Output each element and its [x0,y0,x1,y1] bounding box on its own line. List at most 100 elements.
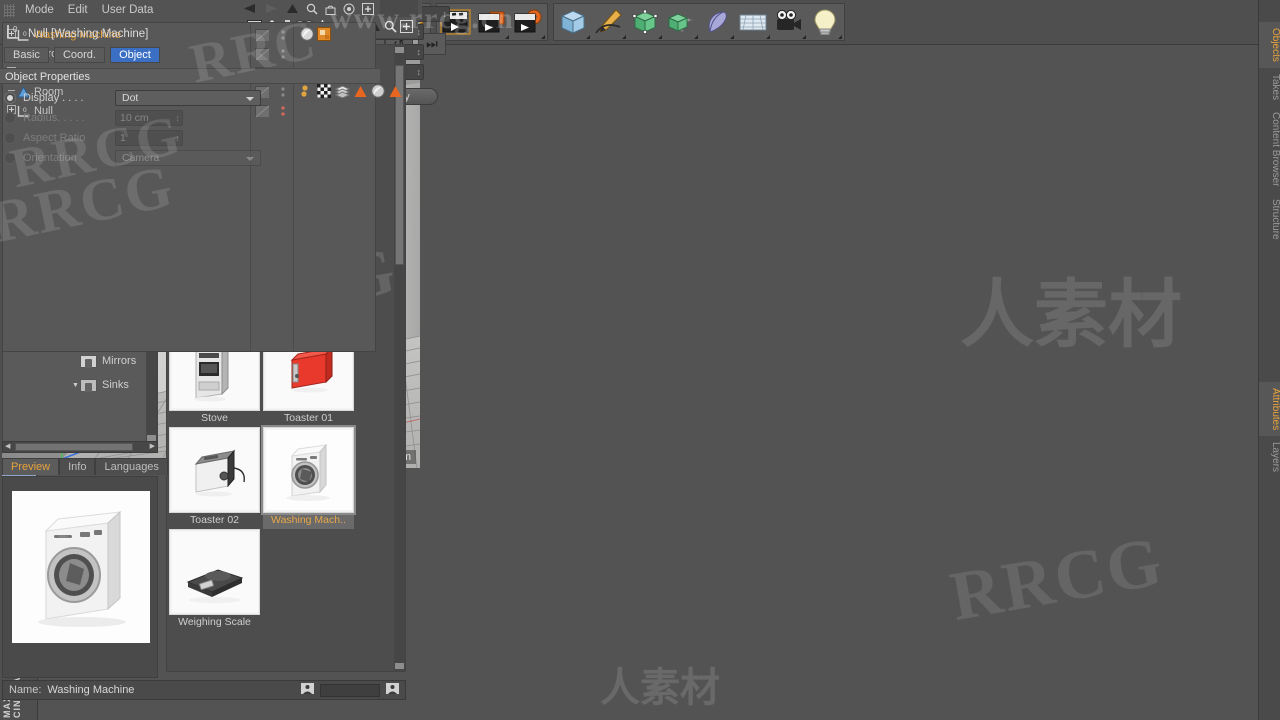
visibility-toggle[interactable] [255,29,270,42]
attributes-menu-edit[interactable]: Edit [61,0,95,20]
content-item-label: Stove [201,412,228,424]
scrollbar-thumb[interactable] [15,443,133,451]
search-icon[interactable] [384,20,397,36]
vtab-content-browser[interactable]: Content Browser [1259,106,1280,192]
attributes-menu-userdata[interactable]: User Data [95,0,161,20]
object-creation-group [553,3,845,41]
tab-languages[interactable]: Languages [95,458,168,475]
back-icon[interactable] [242,3,257,17]
asset-thumbnail[interactable] [261,425,356,515]
content-item[interactable]: Toaster 02 [169,427,260,529]
attribute-value: 10 cm [120,112,149,124]
asset-author-icon[interactable] [386,683,399,697]
attribute-label: Aspect Ratio [23,132,86,144]
watermark: 人素材 [600,666,720,710]
visibility-dots[interactable] [281,30,285,44]
svg-text:0: 0 [13,25,18,34]
object-properties-title: Object Properties [5,71,90,83]
attributes-object-header: 0 Null [Washing Machine] [6,24,148,43]
stepper-icon[interactable]: ↕ [417,66,422,79]
light-icon[interactable] [807,4,843,40]
attribute-animate-dot[interactable] [4,152,16,164]
search-icon[interactable] [306,3,318,18]
vtab-layers[interactable]: Layers [1259,436,1280,478]
tab-basic[interactable]: Basic [4,47,49,63]
lock-icon[interactable] [325,3,336,18]
generator-icon[interactable] [627,4,663,40]
attributes-grip[interactable] [4,3,15,17]
attribute-label: Radius. . . . . [23,112,85,124]
asset-progress-bar [320,683,380,697]
attribute-value: Dot [122,92,139,104]
tab-object[interactable]: Object [110,47,160,63]
new-preset-icon[interactable] [400,20,413,36]
folder-closed-icon [80,354,97,368]
asset-user-icon[interactable] [301,683,314,697]
attribute-value: 1 [120,132,126,144]
target-icon[interactable] [343,3,355,18]
content-item[interactable]: Weighing Scale [169,529,260,631]
material-tag-icon[interactable] [300,27,314,44]
attribute-animate-dot[interactable] [4,112,16,124]
new-icon[interactable] [362,2,374,18]
tree-node[interactable]: Mirrors [3,349,157,373]
tree-horizontal-scrollbar[interactable]: ◀ ▶ [2,441,158,453]
vtab-structure[interactable]: Structure [1259,193,1280,246]
tree-twisty-open-icon[interactable]: ▼ [71,382,80,389]
attribute-animate-dot[interactable] [4,92,16,104]
preview-area [2,476,158,678]
preview-tabs: Preview Info Languages [2,458,168,475]
object-tags-row-1 [300,27,331,44]
asset-thumbnail[interactable] [169,427,260,513]
attribute-label: Display . . . . [23,92,84,104]
attribute-row: Display . . . . Dot [0,88,380,108]
attributes-menu-mode[interactable]: Mode [18,0,61,20]
visibility-toggle[interactable] [255,48,270,61]
bend-icon[interactable] [699,4,735,40]
render-region-icon[interactable] [474,4,510,40]
tab-info[interactable]: Info [59,458,96,475]
asset-name-bar: Name: Washing Machine [2,680,406,700]
name-label: Name: [9,684,42,696]
tree-node-label: Sinks [102,379,129,391]
attribute-field: 10 cm ↕ [115,110,183,126]
name-value: Washing Machine [47,684,135,696]
camera-icon[interactable] [771,4,807,40]
visibility-dots[interactable] [281,49,285,63]
asset-thumbnail[interactable] [169,529,260,615]
up-icon[interactable] [286,3,299,17]
tree-node[interactable]: ▼ Sinks [3,373,157,397]
vtab-attributes[interactable]: Attributes [1259,382,1280,437]
forward-icon[interactable] [264,3,279,17]
attribute-row: Orientation Camera [0,148,380,168]
content-item-label: Toaster 01 [283,412,334,424]
content-item-label: Washing Mach.. [263,513,354,529]
stepper-icon[interactable]: ↕ [176,112,181,125]
attribute-dropdown[interactable]: Dot [115,90,261,106]
folder-open-icon [80,378,97,392]
content-item-label: Toaster 02 [189,514,240,526]
cube-icon[interactable] [555,4,591,40]
vtab-takes[interactable]: Takes [1259,68,1280,106]
stepper-icon[interactable]: ↕ [443,8,448,21]
texture-tag-icon[interactable] [317,27,331,44]
scene-icon[interactable] [735,4,771,40]
sky-tag-icon-2[interactable] [389,85,402,101]
spline-pen-icon[interactable] [591,4,627,40]
array-icon[interactable] [663,4,699,40]
tab-preview[interactable]: Preview [2,458,60,475]
stepper-icon[interactable]: ↕ [176,132,181,145]
attribute-animate-dot[interactable] [4,132,16,144]
right-vertical-tabs: Objects Takes Content Browser Structure … [1258,0,1280,720]
tree-node-label: Mirrors [102,355,137,367]
attribute-field: 1 ↕ [115,130,183,146]
grid-vertical-scrollbar[interactable] [394,45,405,671]
attributes-tabs: Basic Coord. Object [4,47,162,63]
tab-coord[interactable]: Coord. [53,47,105,63]
render-group [436,3,548,41]
stepper-icon[interactable]: ↕ [417,46,422,59]
attribute-row: Aspect Ratio 1 ↕ [0,128,380,148]
vtab-objects[interactable]: Objects [1259,22,1280,68]
content-item[interactable]: Washing Mach.. [261,425,356,529]
render-settings-icon[interactable] [510,4,546,40]
